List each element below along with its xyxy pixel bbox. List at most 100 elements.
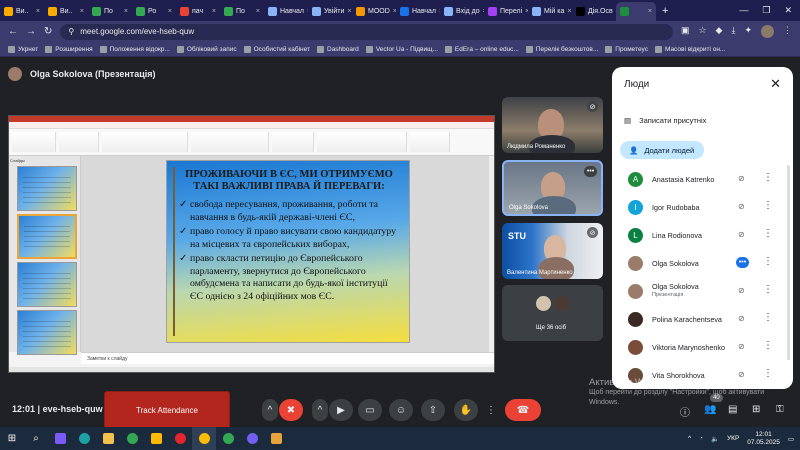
participant-row[interactable]: L Lina Rodionova ⊘ ⋮ [612, 221, 793, 249]
meeting-details-icon[interactable]: ⓘ [680, 404, 690, 419]
participant-tile[interactable]: ⊘ Людмила Романенко [502, 97, 603, 153]
participant-row[interactable]: Polina Karachentseva ⊘ ⋮ [612, 305, 793, 333]
participant-more-icon[interactable]: ⋮ [763, 256, 773, 267]
browser-tab[interactable]: Перелі × [484, 2, 528, 21]
menu-dots-icon[interactable]: ⋮ [783, 25, 792, 38]
camera-button[interactable]: ▶ [329, 399, 353, 421]
browser-tab[interactable]: По × [220, 2, 264, 21]
participant-tile[interactable]: STU ⊘ Валентина Мартиненко [502, 223, 603, 279]
browser-tab-active[interactable]: × [616, 2, 656, 21]
host-controls-icon[interactable]: ⚿ [776, 404, 784, 415]
participant-tile-active[interactable]: ••• Olga Sokolova [502, 160, 603, 216]
participant-more-icon[interactable]: ⋮ [763, 228, 773, 239]
close-tab-icon[interactable]: × [124, 8, 128, 15]
browser-tab[interactable]: Навчал× [264, 2, 308, 21]
search-icon[interactable]: ⌕ [24, 427, 48, 450]
browser-tab[interactable]: Мій ка × [528, 2, 572, 21]
close-tab-icon[interactable]: × [212, 8, 216, 15]
close-tab-icon[interactable]: × [567, 8, 571, 15]
bookmark-item[interactable]: Обліковий запис [176, 45, 237, 53]
browser-tab[interactable]: Дія.Осв× [572, 2, 616, 21]
present-screen-button[interactable]: ⇧ [421, 399, 445, 421]
forward-icon[interactable]: → [26, 26, 36, 37]
language-indicator[interactable]: УКР [727, 435, 739, 442]
bookmark-item[interactable]: Розширення [45, 45, 93, 53]
people-icon[interactable]: 👥 [704, 404, 716, 415]
store-icon[interactable] [144, 427, 168, 450]
new-tab-button[interactable]: + [656, 5, 674, 17]
close-tab-icon[interactable]: × [256, 8, 260, 15]
participant-row[interactable]: I Igor Rudobaba ⊘ ⋮ [612, 193, 793, 221]
close-tab-icon[interactable]: × [80, 8, 84, 15]
minimize-button[interactable]: — [739, 5, 748, 16]
opera-icon[interactable] [168, 427, 192, 450]
system-clock[interactable]: 12:01 07.05.2025 [747, 431, 780, 447]
bookmark-item[interactable]: Прометеус [605, 45, 648, 53]
more-options-icon[interactable]: ⋮ [483, 399, 499, 421]
bookmark-item[interactable]: Масові відкриті он... [654, 45, 725, 53]
bookmark-item[interactable]: Положення відокр... [99, 45, 170, 53]
profile-avatar[interactable] [761, 25, 774, 38]
activities-icon[interactable]: ⊞ [752, 404, 760, 415]
close-tab-icon[interactable]: × [168, 8, 172, 15]
network-icon[interactable]: ◔ [699, 435, 703, 442]
bookmark-item[interactable]: Перелік безкоштов... [525, 45, 598, 53]
bookmark-item[interactable]: Dashboard [317, 45, 359, 53]
browser-tab[interactable]: пач × [176, 2, 220, 21]
close-window-button[interactable]: ✕ [784, 5, 792, 16]
back-icon[interactable]: ← [8, 26, 18, 37]
raise-hand-button[interactable]: ✋ [454, 399, 478, 421]
close-tab-icon[interactable]: × [347, 8, 351, 15]
bookmark-item[interactable]: Особистий кабінет [243, 45, 310, 53]
volume-icon[interactable]: 🔈 [711, 435, 719, 443]
puzzle-icon[interactable]: ✦ [744, 25, 752, 38]
camera-active-icon[interactable]: ▣ [681, 25, 690, 38]
emoji-button[interactable]: ☺ [389, 399, 413, 421]
bookmark-item[interactable]: Vector Ua - Підвищ... [365, 45, 438, 53]
browser-tab[interactable]: MOOD × [352, 2, 396, 21]
reload-icon[interactable]: ↻ [44, 26, 52, 37]
participant-row[interactable]: Viktoria Marynoshenko ⊘ ⋮ [612, 333, 793, 361]
copilot-icon[interactable] [48, 427, 72, 450]
browser-tab[interactable]: Ви.. × [0, 2, 44, 21]
participant-more-icon[interactable]: ⋮ [763, 200, 773, 211]
browser-tab[interactable]: Ро × [132, 2, 176, 21]
chrome-active-icon[interactable] [192, 427, 216, 450]
people-list-scrollbar[interactable] [787, 165, 790, 360]
tray-chevron-icon[interactable]: ^ [688, 435, 691, 442]
participant-row[interactable]: Olga Sokolova Презентація ⊘ ⋮ [612, 277, 793, 305]
site-info-icon[interactable]: ⚲ [68, 27, 74, 36]
viber-icon[interactable] [240, 427, 264, 450]
browser-tab[interactable]: Ви.. × [44, 2, 88, 21]
browser-tab[interactable]: Вхід до× [440, 2, 484, 21]
chrome-icon[interactable] [120, 427, 144, 450]
close-icon[interactable]: ✕ [770, 76, 781, 92]
maximize-button[interactable]: ❐ [762, 5, 770, 16]
camera-options-icon[interactable]: ^ [312, 399, 328, 421]
mic-options-icon[interactable]: ^ [262, 399, 278, 421]
download-icon[interactable]: ⤓ [731, 25, 735, 38]
participant-more-icon[interactable]: ⋮ [763, 284, 773, 295]
edge-icon[interactable] [72, 427, 96, 450]
track-attendance-button[interactable]: Track Attendance [104, 391, 230, 429]
browser-tab[interactable]: Увійти × [308, 2, 352, 21]
browser-tab[interactable]: Навчал× [396, 2, 440, 21]
media-player-icon[interactable] [264, 427, 288, 450]
windows-start-icon[interactable]: ⊞ [0, 427, 24, 450]
more-participants-tile[interactable]: Ще 36 осіб [502, 285, 603, 341]
bookmark-item[interactable]: EdEra – online educ... [444, 45, 519, 53]
url-field[interactable]: ⚲ meet.google.com/eve-hseb-quw [60, 23, 673, 40]
participant-more-icon[interactable]: ⋮ [763, 312, 773, 323]
close-tab-icon[interactable]: × [36, 8, 40, 15]
record-attendance-button[interactable]: ▤ Записати присутніх [624, 116, 706, 125]
notification-icon[interactable]: ▭ [788, 435, 794, 443]
participant-row[interactable]: Olga Sokolova ••• ⋮ [612, 249, 793, 277]
chat-icon[interactable]: ▤ [728, 404, 737, 415]
leave-call-button[interactable]: ☎ [505, 399, 541, 421]
participant-more-icon[interactable]: ⋮ [763, 340, 773, 351]
close-tab-icon[interactable]: × [648, 8, 652, 15]
browser-tab[interactable]: По × [88, 2, 132, 21]
extensions-icon[interactable]: ◆ [716, 25, 723, 38]
participant-more-icon[interactable]: ⋮ [763, 172, 773, 183]
chrome-profile-icon[interactable] [216, 427, 240, 450]
